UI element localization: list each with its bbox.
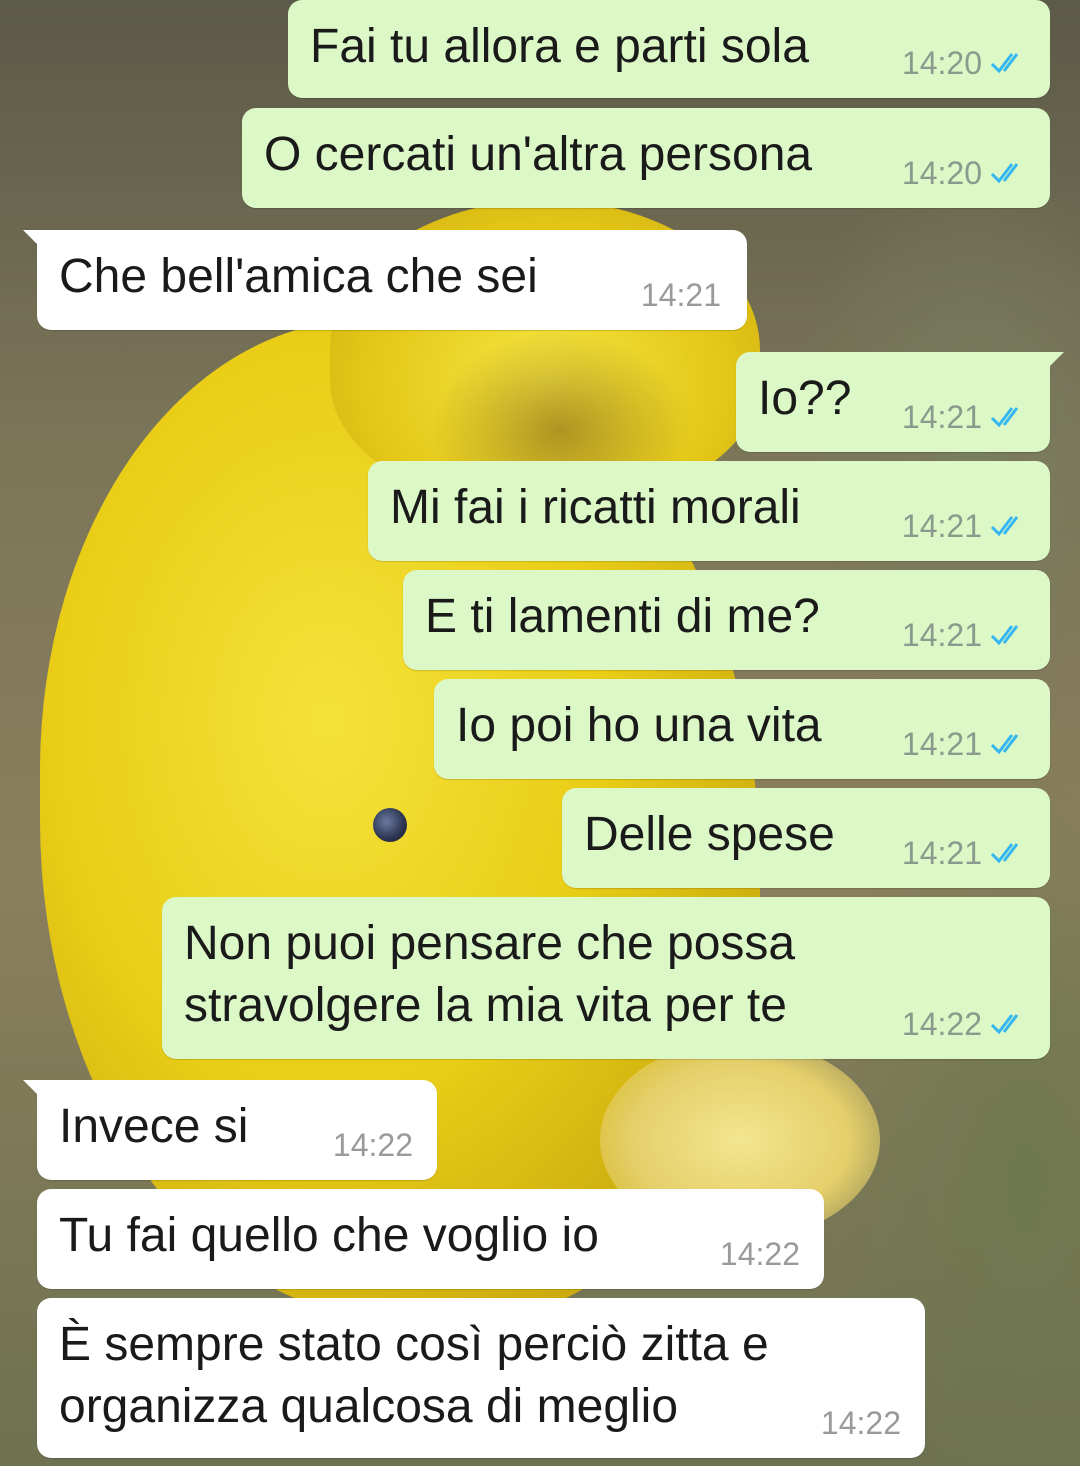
message-bubble-incoming[interactable]: È sempre stato così perciò zitta e organ… (37, 1298, 925, 1458)
message-text: Fai tu allora e parti sola (310, 20, 809, 73)
message-time: 14:21 (901, 399, 982, 435)
message-bubble-outgoing[interactable]: Io poi ho una vita 14:21 (434, 679, 1050, 779)
message-bubble-outgoing[interactable]: Non puoi pensare che possa stravolgere l… (162, 897, 1050, 1059)
message-meta: 14:21 (641, 278, 721, 312)
message-meta: 14:22 (333, 1128, 413, 1162)
message-text: Delle spese (584, 808, 835, 861)
read-ticks-icon (990, 1014, 1019, 1035)
message-meta: 14:22 (902, 1007, 1030, 1041)
message-time: 14:20 (901, 45, 982, 81)
message-bubble-incoming[interactable]: Che bell'amica che sei 14:21 (23, 230, 747, 330)
message-text: Che bell'amica che sei (59, 250, 538, 303)
message-meta: 14:21 (902, 618, 1030, 652)
message-text: Mi fai i ricatti morali (390, 481, 801, 534)
message-text: Non puoi pensare che possa stravolgere l… (184, 917, 796, 1032)
message-meta: 14:21 (902, 400, 1030, 434)
read-ticks-icon (990, 516, 1019, 537)
message-bubble-outgoing[interactable]: Io?? 14:21 (736, 352, 1064, 452)
read-ticks-icon (990, 163, 1019, 184)
message-meta: 14:22 (720, 1237, 800, 1271)
bubble-tail (23, 1080, 41, 1098)
message-meta: 14:21 (902, 509, 1030, 543)
message-time: 14:22 (719, 1236, 800, 1272)
message-time: 14:21 (640, 277, 721, 313)
message-text: E ti lamenti di me? (425, 590, 820, 643)
read-ticks-icon (990, 53, 1019, 74)
message-time: 14:22 (901, 1006, 982, 1042)
message-text: Io poi ho una vita (456, 699, 822, 752)
message-time: 14:21 (901, 508, 982, 544)
message-time: 14:21 (901, 835, 982, 871)
read-ticks-icon (990, 843, 1019, 864)
read-ticks-icon (990, 625, 1019, 646)
message-bubble-outgoing[interactable]: Delle spese 14:21 (562, 788, 1050, 888)
message-bubble-incoming[interactable]: Invece si 14:22 (23, 1080, 437, 1180)
message-text: Io?? (758, 372, 852, 425)
message-bubble-outgoing[interactable]: Mi fai i ricatti morali 14:21 (368, 461, 1050, 561)
message-time: 14:22 (820, 1405, 901, 1441)
message-meta: 14:20 (902, 156, 1030, 190)
message-meta: 14:20 (902, 46, 1030, 80)
message-time: 14:22 (332, 1127, 413, 1163)
message-bubble-outgoing[interactable]: E ti lamenti di me? 14:21 (403, 570, 1050, 670)
read-ticks-icon (990, 407, 1019, 428)
message-meta: 14:21 (902, 836, 1030, 870)
message-text: È sempre stato così perciò zitta e organ… (59, 1318, 769, 1433)
message-time: 14:21 (901, 617, 982, 653)
message-time: 14:21 (901, 726, 982, 762)
message-meta: 14:22 (821, 1406, 901, 1440)
message-bubble-outgoing[interactable]: O cercati un'altra persona 14:20 (242, 108, 1050, 208)
message-text: Invece si (59, 1100, 249, 1153)
message-bubble-incoming[interactable]: Tu fai quello che voglio io 14:22 (37, 1189, 824, 1289)
bubble-tail (23, 230, 41, 248)
message-text: Tu fai quello che voglio io (59, 1209, 599, 1262)
message-bubble-outgoing[interactable]: Fai tu allora e parti sola 14:20 (288, 0, 1050, 98)
read-ticks-icon (990, 734, 1019, 755)
message-meta: 14:21 (902, 727, 1030, 761)
bubble-tail (1046, 352, 1064, 370)
wallpaper-coat-button (373, 808, 407, 842)
message-time: 14:20 (901, 155, 982, 191)
message-text: O cercati un'altra persona (264, 128, 813, 181)
